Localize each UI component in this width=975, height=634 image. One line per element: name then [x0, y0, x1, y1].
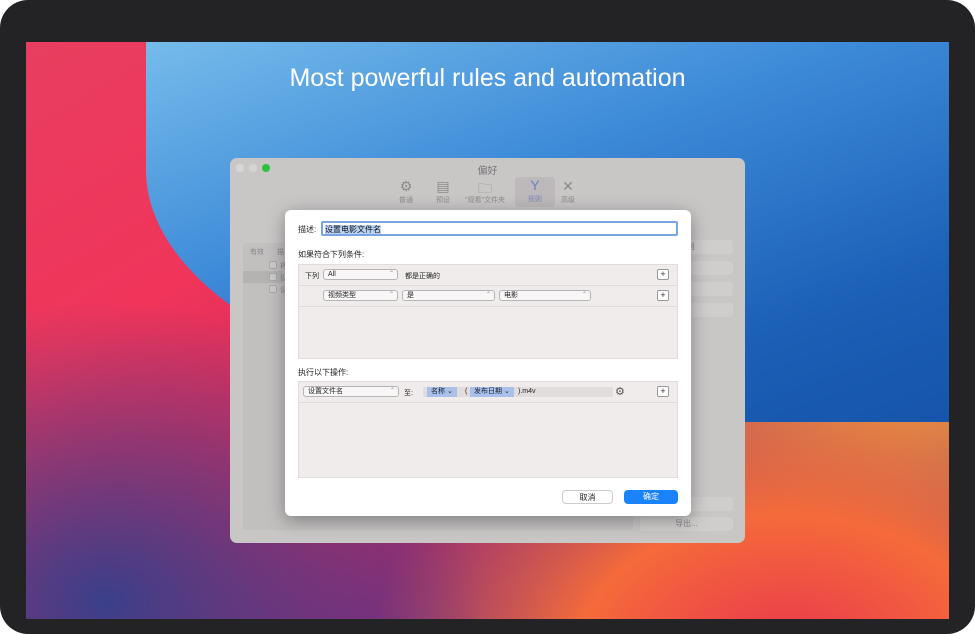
- ok-button[interactable]: 确定: [624, 490, 678, 504]
- tab-advanced[interactable]: ✕ 高级: [548, 178, 588, 205]
- conditions-box: 下列 All 都是正确的 + 视频类型 是 电影 +: [298, 264, 678, 359]
- cancel-button[interactable]: 取消: [562, 490, 613, 504]
- release-date-token[interactable]: 发布日期 ⌄: [470, 387, 514, 397]
- actions-heading: 执行以下操作:: [298, 368, 349, 377]
- headline: Most powerful rules and automation: [289, 64, 686, 92]
- action-select[interactable]: 设置文件名: [303, 386, 399, 397]
- tab-general[interactable]: ⚙ 普通: [386, 178, 426, 205]
- add-action-button[interactable]: +: [657, 386, 669, 397]
- tab-presets[interactable]: ▤ 预设: [423, 178, 463, 205]
- description-input[interactable]: 设置电影文件名: [321, 221, 678, 236]
- tab-watch-folders[interactable]: 🗀 "观看"文件夹: [460, 178, 510, 205]
- gear-icon: ⚙: [399, 178, 413, 194]
- condition-operator-select[interactable]: 是: [402, 290, 495, 301]
- actions-box: 设置文件名 至: 名称 ⌄ ( 发布日期 ⌄ ).m4v ⚙ +: [298, 381, 678, 478]
- name-token[interactable]: 名称 ⌄: [427, 387, 457, 397]
- match-all-select[interactable]: All: [323, 269, 398, 280]
- film-icon: ▤: [436, 178, 450, 194]
- rule-checkbox[interactable]: [269, 285, 277, 293]
- rule-checkbox[interactable]: [269, 273, 277, 281]
- condition-field-select[interactable]: 视频类型: [323, 290, 398, 301]
- condition-value-select[interactable]: 电影: [499, 290, 591, 301]
- conditions-heading: 如果符合下列条件:: [298, 250, 365, 259]
- window-title: 偏好: [477, 166, 498, 177]
- add-condition-button[interactable]: +: [657, 269, 669, 280]
- add-condition-button[interactable]: +: [657, 290, 669, 301]
- folder-icon: 🗀: [478, 180, 492, 196]
- export-button[interactable]: 导出...: [640, 517, 733, 531]
- description-label: 描述:: [298, 225, 317, 234]
- gear-icon[interactable]: ⚙: [615, 385, 625, 398]
- rule-checkbox[interactable]: [269, 261, 277, 269]
- rule-editor-sheet: 描述: 设置电影文件名 如果符合下列条件: 下列 All 都是正确的 + 视频类…: [285, 210, 691, 516]
- tools-icon: ✕: [562, 178, 574, 194]
